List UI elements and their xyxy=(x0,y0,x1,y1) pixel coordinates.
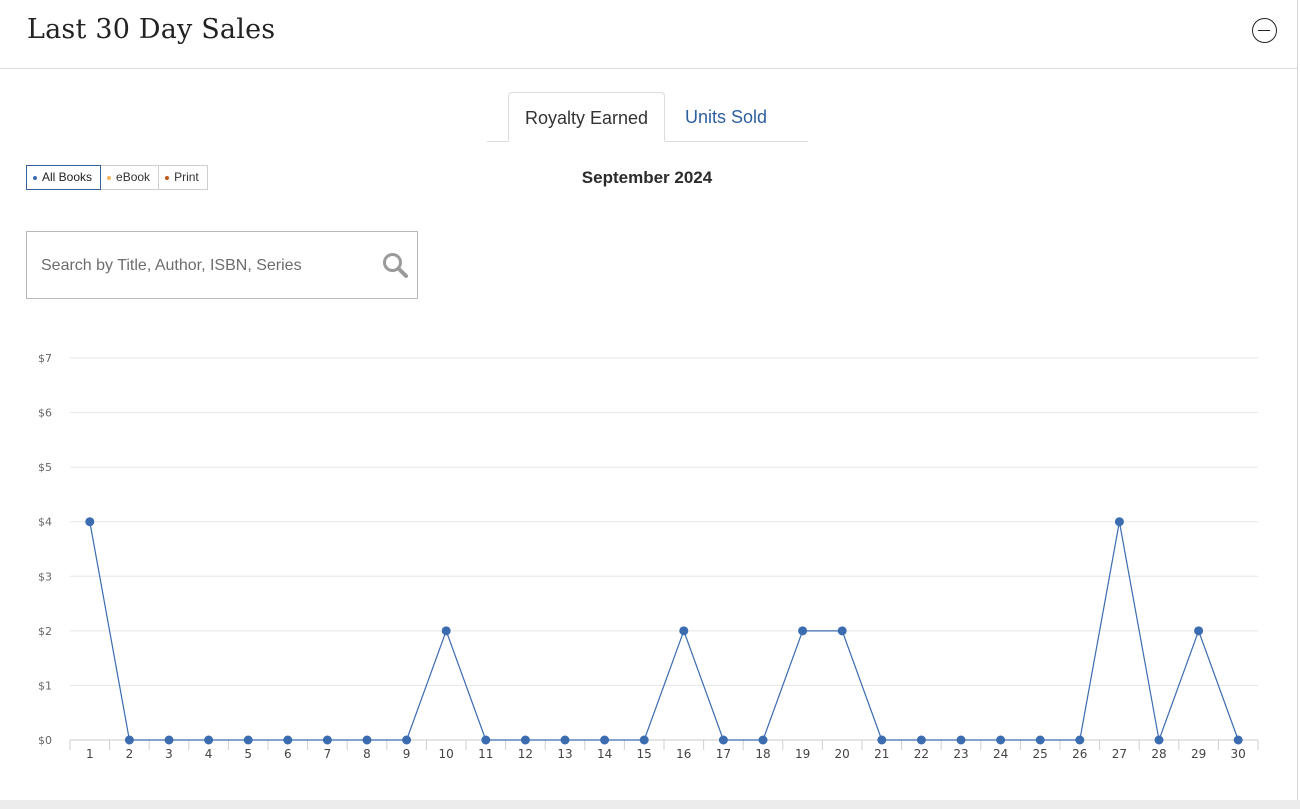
data-point xyxy=(520,735,530,745)
x-tick-label: 21 xyxy=(874,747,889,761)
royalty-line-chart: $0$1$2$3$4$5$6$71 2 3 4 5 6 7 8 9 10 11 12 13 14 15 16 1… xyxy=(38,352,1259,761)
data-point xyxy=(481,735,491,745)
y-tick-label: $1 xyxy=(38,679,52,692)
x-tick-label: 15 xyxy=(637,747,652,761)
page-title: Last 30 Day Sales xyxy=(27,14,276,45)
data-point xyxy=(956,735,966,745)
x-tick-label: 10 xyxy=(439,747,454,761)
x-tick-label: 13 xyxy=(557,747,572,761)
y-tick-label: $3 xyxy=(38,570,52,583)
y-tick-label: $4 xyxy=(38,516,52,529)
filter-print[interactable]: Print xyxy=(158,165,208,190)
collapse-icon[interactable] xyxy=(1252,18,1277,43)
x-tick-label: 28 xyxy=(1151,747,1166,761)
x-tick-label: 5 xyxy=(244,747,252,761)
search-icon[interactable] xyxy=(381,251,409,279)
data-point xyxy=(798,626,808,636)
data-point xyxy=(283,735,293,745)
data-point xyxy=(322,735,332,745)
data-point xyxy=(85,517,95,527)
filter-all-books[interactable]: All Books xyxy=(26,165,102,190)
data-point xyxy=(362,735,372,745)
x-tick-label: 30 xyxy=(1231,747,1246,761)
dot-icon xyxy=(165,175,170,180)
y-tick-label: $7 xyxy=(38,352,52,365)
x-tick-label: 3 xyxy=(165,747,173,761)
data-point xyxy=(718,735,728,745)
data-point xyxy=(996,735,1006,745)
x-tick-label: 4 xyxy=(205,747,213,761)
x-tick-label: 9 xyxy=(403,747,411,761)
x-tick-label: 24 xyxy=(993,747,1008,761)
x-tick-label: 6 xyxy=(284,747,292,761)
y-tick-label: $5 xyxy=(38,461,52,474)
data-point xyxy=(164,735,174,745)
x-tick-label: 20 xyxy=(835,747,850,761)
data-point xyxy=(1154,735,1164,745)
data-point xyxy=(243,735,253,745)
filter-ebook[interactable]: eBook xyxy=(100,165,160,190)
data-point xyxy=(124,735,134,745)
x-tick-label: 17 xyxy=(716,747,731,761)
dot-icon xyxy=(107,175,112,180)
chart-tabs: Royalty Earned Units Sold xyxy=(487,92,808,142)
x-tick-label: 1 xyxy=(86,747,94,761)
x-tick-label: 7 xyxy=(324,747,332,761)
data-point xyxy=(1233,735,1243,745)
data-point xyxy=(758,735,768,745)
tab-units-sold[interactable]: Units Sold xyxy=(665,92,787,142)
panel-header: Last 30 Day Sales xyxy=(0,0,1297,69)
y-tick-label: $2 xyxy=(38,625,52,638)
x-tick-label: 26 xyxy=(1072,747,1087,761)
data-point xyxy=(1035,735,1045,745)
y-tick-label: $6 xyxy=(38,407,52,420)
tab-royalty-earned[interactable]: Royalty Earned xyxy=(508,92,665,142)
search-box xyxy=(26,231,418,299)
x-tick-label: 16 xyxy=(676,747,691,761)
x-tick-label: 29 xyxy=(1191,747,1206,761)
x-tick-label: 14 xyxy=(597,747,612,761)
data-point xyxy=(560,735,570,745)
x-tick-label: 23 xyxy=(953,747,968,761)
data-point xyxy=(204,735,214,745)
filter-label: eBook xyxy=(116,170,151,184)
data-point xyxy=(837,626,847,636)
data-point xyxy=(1114,517,1124,527)
format-filter: All Books eBook Print xyxy=(26,165,208,190)
x-tick-label: 22 xyxy=(914,747,929,761)
x-tick-label: 2 xyxy=(126,747,134,761)
data-point xyxy=(679,626,689,636)
x-tick-label: 19 xyxy=(795,747,810,761)
page-footer-bar xyxy=(0,800,1300,809)
filter-label: Print xyxy=(174,170,199,184)
data-point xyxy=(1194,626,1204,636)
sales-panel: Last 30 Day Sales Royalty Earned Units S… xyxy=(0,0,1298,800)
data-point xyxy=(1075,735,1085,745)
data-point xyxy=(402,735,412,745)
data-point xyxy=(916,735,926,745)
data-point xyxy=(600,735,610,745)
x-tick-label: 18 xyxy=(755,747,770,761)
y-tick-label: $0 xyxy=(38,734,52,747)
filter-label: All Books xyxy=(42,170,93,184)
month-label: September 2024 xyxy=(581,168,713,187)
x-tick-label: 11 xyxy=(478,747,493,761)
x-tick-label: 12 xyxy=(518,747,533,761)
dot-icon xyxy=(33,175,37,180)
data-point xyxy=(441,626,451,636)
data-point xyxy=(639,735,649,745)
data-point xyxy=(877,735,887,745)
x-tick-label: 25 xyxy=(1033,747,1048,761)
x-tick-label: 8 xyxy=(363,747,371,761)
x-tick-label: 27 xyxy=(1112,747,1127,761)
search-input[interactable] xyxy=(39,252,363,280)
